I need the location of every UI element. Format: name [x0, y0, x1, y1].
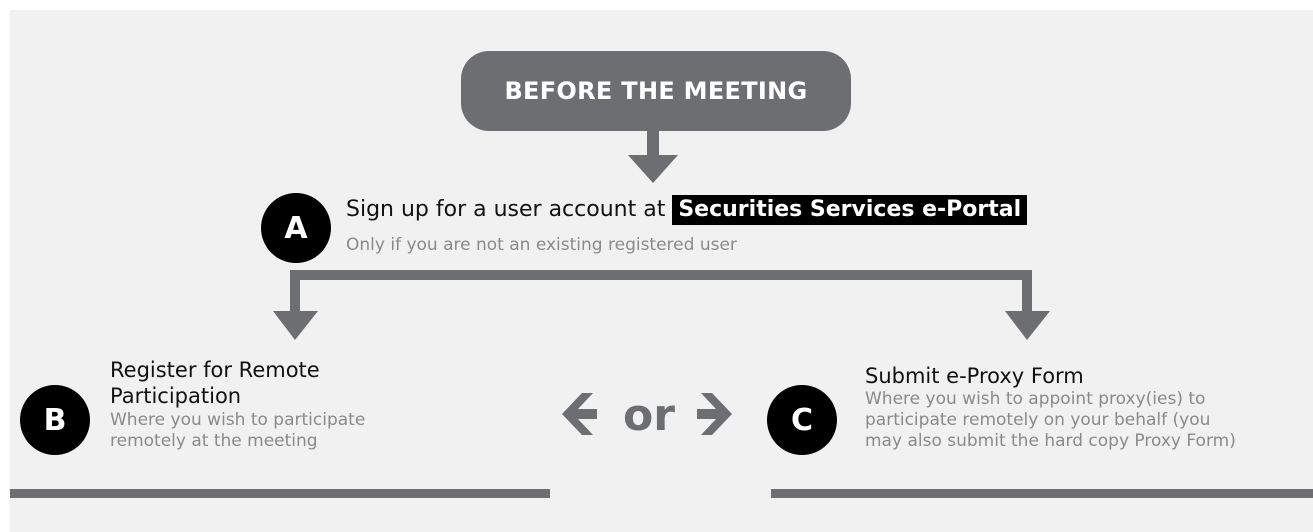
right-divider-bar	[771, 489, 1313, 498]
step-a-title-text: Sign up for a user account at	[346, 197, 666, 222]
or-connector: or	[560, 385, 738, 445]
left-branch-stem	[290, 270, 300, 313]
right-branch-arrowhead	[1005, 311, 1050, 340]
securities-portal-link[interactable]: Securities Services e-Portal	[672, 195, 1028, 225]
step-b-badge: B	[20, 385, 90, 455]
step-c-subtitle-line3: may also submit the hard copy Proxy Form…	[865, 431, 1236, 451]
or-label: or	[623, 389, 675, 441]
pill-arrow-head	[628, 155, 678, 183]
step-c-subtitle-line1: Where you wish to appoint proxy(ies) to	[865, 389, 1206, 409]
left-divider-bar	[10, 489, 550, 498]
step-b-subtitle-line1: Where you wish to participate	[110, 410, 366, 430]
flow-connectors	[273, 131, 1050, 435]
step-a-badge: A	[261, 193, 331, 263]
left-branch-arrowhead	[273, 311, 318, 340]
step-b-subtitle-line2: remotely at the meeting	[110, 431, 318, 451]
step-a-title: Sign up for a user account at Securities…	[346, 195, 1028, 225]
right-branch-stem	[1022, 270, 1032, 313]
step-c-title: Submit e-Proxy Form	[865, 364, 1084, 388]
pill-arrow-stem	[647, 131, 659, 157]
branch-line	[290, 270, 1032, 280]
step-b-title-line1: Register for Remote	[110, 358, 320, 382]
step-a-subtitle: Only if you are not an existing register…	[346, 235, 737, 255]
step-c-subtitle-line2: participate remotely on your behalf (you	[865, 410, 1211, 430]
step-b-title-line2: Participation	[110, 384, 242, 408]
step-c-badge: C	[767, 385, 837, 455]
